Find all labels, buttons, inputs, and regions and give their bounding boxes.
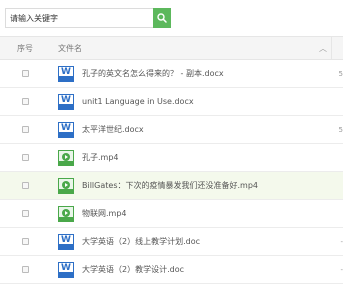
word-file-icon: W [58, 121, 74, 138]
file-name[interactable]: BillGates：下次的疫情暴发我们还没准备好.mp4 [82, 180, 258, 191]
row-checkbox[interactable] [21, 70, 29, 77]
table-row[interactable]: 孔子.mp4 [0, 144, 343, 172]
word-file-icon: W [58, 93, 74, 110]
table-row[interactable]: W unit1 Language in Use.docx [0, 88, 343, 116]
chevron-up-icon[interactable]: ︿ [315, 43, 331, 54]
table-row[interactable]: W 太平洋世纪.docx 5 [0, 116, 343, 144]
row-trail: 5 [338, 70, 343, 78]
column-header-extra [331, 37, 343, 59]
row-trail: 5 [338, 126, 343, 134]
table-row[interactable]: 物联网.mp4 [0, 200, 343, 228]
file-name[interactable]: 太平洋世纪.docx [82, 124, 144, 135]
row-checkbox[interactable] [21, 126, 29, 133]
column-header-name[interactable]: 文件名 [50, 43, 315, 54]
file-name[interactable]: unit1 Language in Use.docx [82, 97, 194, 106]
file-name[interactable]: 孔子的英文名怎么得来的？ - 副本.docx [82, 68, 224, 79]
file-name[interactable]: 大学英语（2）线上教学计划.doc [82, 236, 200, 247]
row-checkbox[interactable] [21, 98, 29, 105]
table-row[interactable]: W 孔子的英文名怎么得来的？ - 副本.docx 5 [0, 60, 343, 88]
video-file-icon [58, 149, 74, 166]
table-row[interactable]: BillGates：下次的疫情暴发我们还没准备好.mp4 [0, 172, 343, 200]
search-icon [157, 13, 167, 23]
word-file-icon: W [58, 261, 74, 278]
table-header: 序号 文件名 ︿ [0, 36, 343, 60]
search-button[interactable] [153, 8, 171, 28]
row-checkbox[interactable] [21, 154, 29, 161]
row-checkbox[interactable] [21, 238, 29, 245]
row-checkbox[interactable] [21, 182, 29, 189]
word-file-icon: W [58, 233, 74, 250]
file-name[interactable]: 物联网.mp4 [82, 208, 127, 219]
search-input[interactable] [5, 8, 154, 28]
file-name[interactable]: 大学英语（2）教学设计.doc [82, 264, 184, 275]
search-bar [5, 8, 171, 28]
table-row[interactable]: W 大学英语（2）教学设计.doc - [0, 256, 343, 284]
column-header-index[interactable]: 序号 [0, 43, 50, 54]
row-checkbox[interactable] [21, 266, 29, 273]
file-table: 序号 文件名 ︿ W 孔子的英文名怎么得来的？ - 副本.docx 5 W un… [0, 36, 343, 284]
row-checkbox[interactable] [21, 210, 29, 217]
video-file-icon [58, 177, 74, 194]
video-file-icon [58, 205, 74, 222]
word-file-icon: W [58, 65, 74, 82]
table-row[interactable]: W 大学英语（2）线上教学计划.doc - [0, 228, 343, 256]
file-name[interactable]: 孔子.mp4 [82, 152, 119, 163]
